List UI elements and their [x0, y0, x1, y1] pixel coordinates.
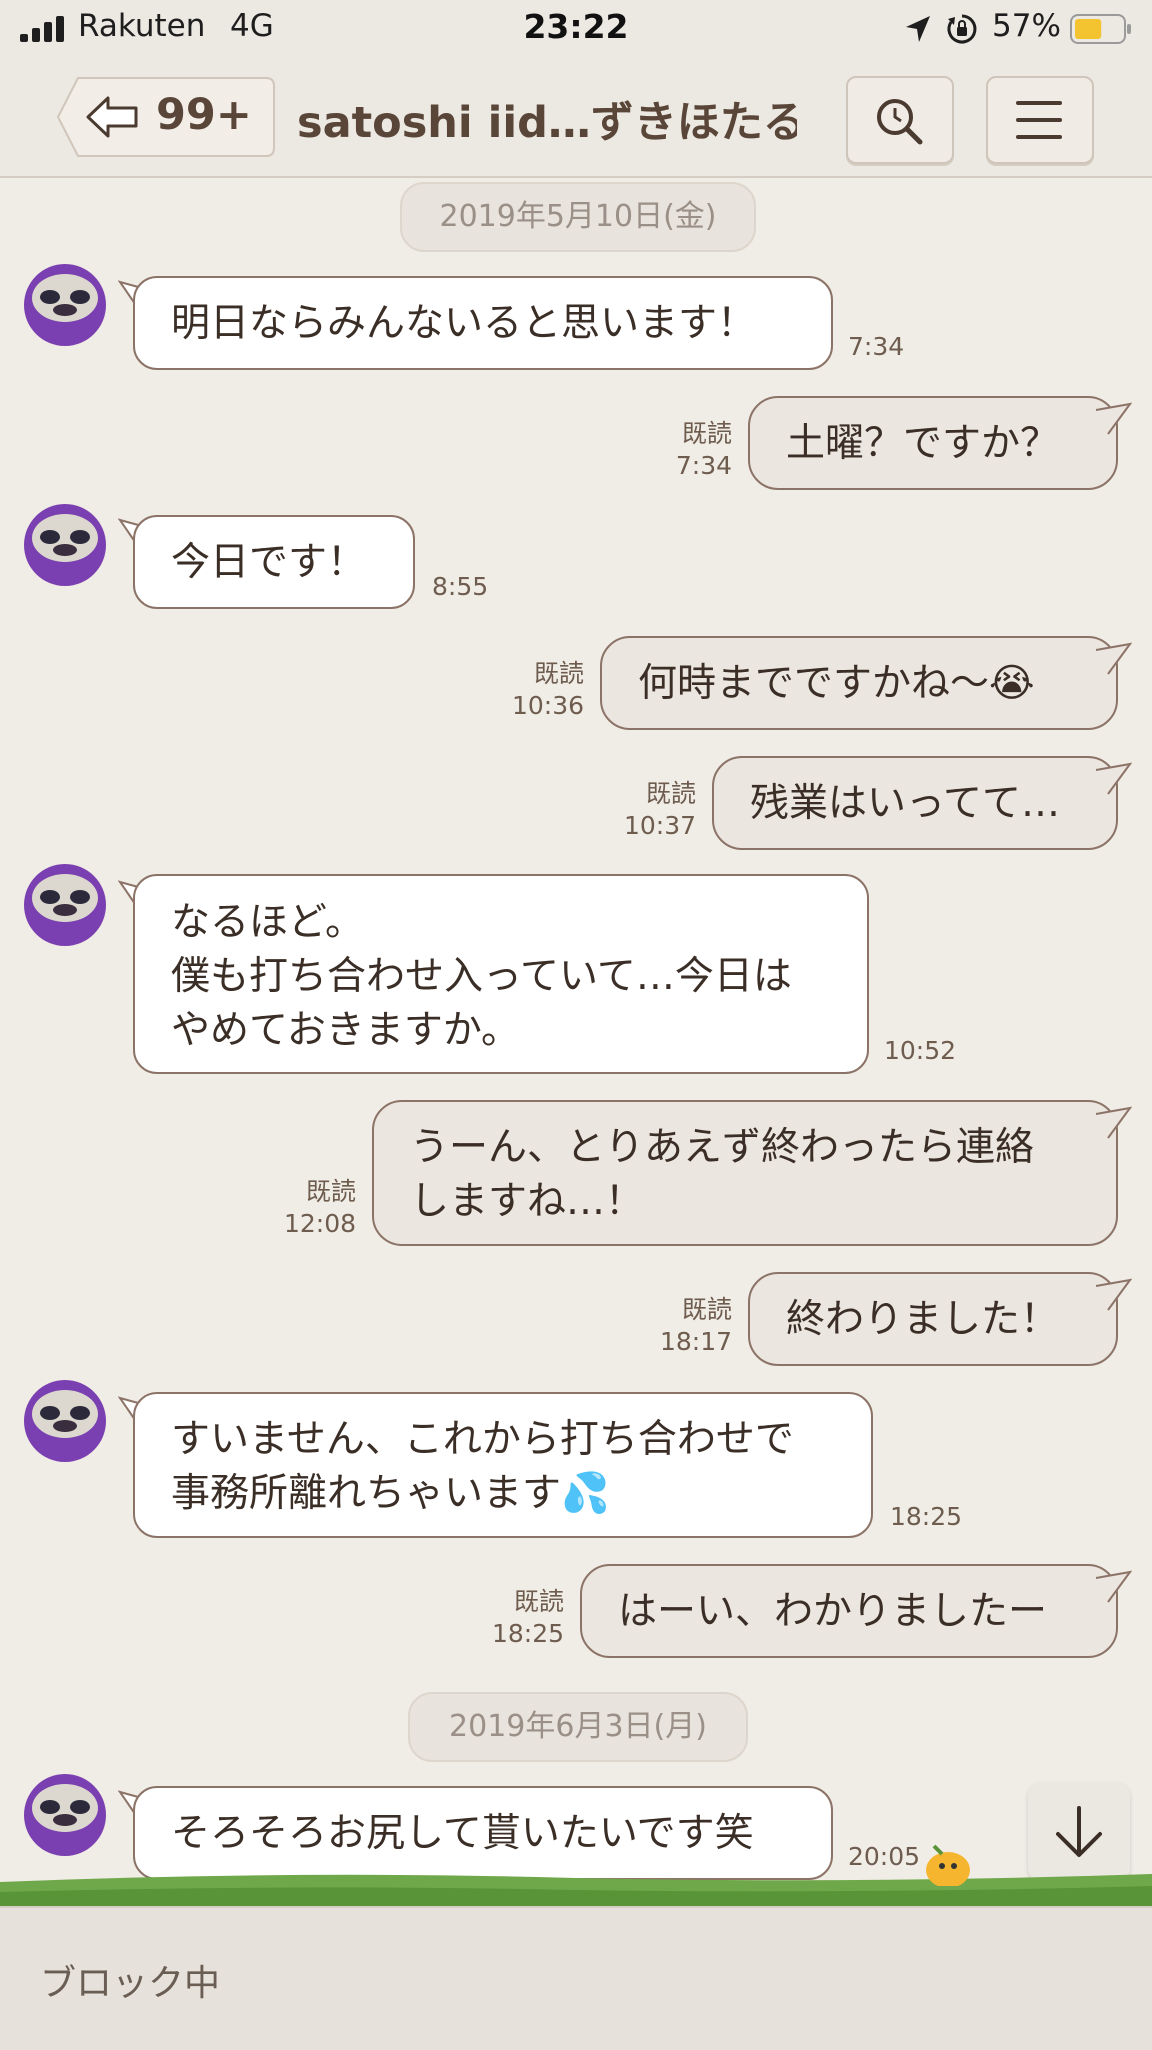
blocked-label: ブロック中	[40, 1963, 221, 2004]
message-text-line: すいません、これから打ち合わせで	[171, 1417, 794, 1462]
message-text-line: やめておきますか。	[171, 1008, 521, 1053]
message-meta: 既読 10:36	[460, 658, 584, 722]
sloth-avatar-icon	[24, 864, 106, 946]
sloth-avatar-icon	[24, 1774, 106, 1856]
sloth-avatar-icon	[24, 1380, 106, 1462]
avatar[interactable]	[24, 1774, 106, 1856]
message-meta: 既読 18:25	[440, 1586, 564, 1650]
message-meta: 既読 18:17	[600, 1294, 732, 1358]
message-bubble-outgoing[interactable]: 土曜？ですか？	[748, 396, 1118, 490]
clock: 23:22	[523, 7, 629, 46]
message-bubble-incoming[interactable]: すいません、これから打ち合わせで 事務所離れちゃいます💦	[133, 1392, 873, 1538]
message-time: 8:55	[432, 572, 489, 601]
read-receipt: 既読	[533, 659, 584, 688]
message-time: 18:25	[890, 1502, 963, 1531]
message-text-line: 事務所離れちゃいます💦	[171, 1471, 610, 1516]
message-bubble-incoming[interactable]: そろそろお尻して貰いたいです笑	[133, 1786, 833, 1880]
bubble-tail	[1095, 1278, 1132, 1311]
status-bar: Rakuten 4G 23:22 57%	[0, 0, 1152, 58]
message-time: 18:17	[659, 1327, 732, 1356]
message-text-line: しますね…！	[410, 1179, 645, 1224]
sloth-avatar-icon	[24, 504, 106, 586]
message-bubble-incoming[interactable]: なるほど。 僕も打ち合わせ入っていて…今日は やめておきますか。	[133, 874, 869, 1074]
orientation-lock-icon	[947, 14, 977, 44]
message-meta: 既読 7:34	[600, 418, 732, 482]
message-time: 20:05	[848, 1842, 921, 1871]
message-bubble-outgoing[interactable]: 何時までですかね〜😭	[600, 636, 1118, 730]
avatar[interactable]	[24, 504, 106, 586]
message-text-line: なるほど。	[171, 900, 365, 945]
message-time: 12:08	[283, 1209, 356, 1238]
chat-title: satoshi iid…ずきほたる)	[297, 98, 797, 148]
message-bubble-outgoing[interactable]: 終わりました！	[748, 1272, 1118, 1366]
arrow-down-icon	[1056, 1806, 1102, 1857]
read-receipt: 既読	[681, 1295, 732, 1324]
message-bubble-outgoing[interactable]: 残業はいってて…	[712, 756, 1118, 850]
battery-percent: 57%	[992, 8, 1061, 44]
blocked-status-bar: ブロック中	[0, 1906, 1152, 2050]
location-icon	[906, 16, 930, 42]
message-text: はーい、わかりましたー	[618, 1589, 1048, 1634]
message-time: 18:25	[491, 1619, 564, 1648]
message-text: そろそろお尻して貰いたいです笑	[171, 1811, 754, 1856]
sloth-avatar-icon	[24, 264, 106, 346]
unread-count: 99+	[156, 90, 252, 140]
message-text: 土曜？ですか？	[786, 421, 1060, 466]
message-time: 7:34	[848, 332, 905, 361]
message-bubble-incoming[interactable]: 明日ならみんないると思います！	[133, 276, 833, 370]
chick-sticker-icon	[926, 1844, 970, 1886]
bubble-tail	[1095, 402, 1132, 435]
date-separator: 2019年6月3日(月)	[408, 1692, 748, 1762]
bubble-tail	[1095, 762, 1132, 795]
search-icon	[877, 99, 923, 145]
read-receipt: 既読	[681, 419, 732, 448]
bubble-tail	[1095, 1106, 1132, 1139]
message-bubble-outgoing[interactable]: はーい、わかりましたー	[580, 1564, 1118, 1658]
bubble-tail	[1095, 642, 1132, 675]
bubble-tail	[1095, 1570, 1132, 1603]
avatar[interactable]	[24, 264, 106, 346]
message-meta: 既読 10:37	[560, 778, 696, 842]
message-time: 10:37	[623, 811, 696, 840]
message-time: 7:34	[675, 451, 732, 480]
menu-icon	[1016, 101, 1062, 139]
message-text-line: 僕も打ち合わせ入っていて…今日は	[171, 954, 792, 999]
message-text: 今日です！	[171, 540, 367, 585]
menu-button[interactable]	[986, 76, 1094, 164]
scroll-to-bottom-button[interactable]	[1028, 1782, 1130, 1882]
message-time: 10:36	[511, 691, 584, 720]
message-bubble-outgoing[interactable]: うーん、とりあえず終わったら連絡 しますね…！	[372, 1100, 1118, 1246]
message-meta: 既読 12:08	[250, 1176, 356, 1240]
message-text-line: うーん、とりあえず終わったら連絡	[410, 1125, 1035, 1170]
search-button[interactable]	[846, 76, 954, 164]
read-receipt: 既読	[305, 1177, 356, 1206]
message-text: 終わりました！	[786, 1297, 1060, 1342]
message-time: 10:52	[884, 1036, 957, 1065]
message-bubble-incoming[interactable]: 今日です！	[133, 515, 415, 609]
read-receipt: 既読	[645, 779, 696, 808]
message-text: 何時までですかね〜😭	[638, 661, 1035, 706]
back-button[interactable]: 99+	[56, 76, 276, 158]
avatar[interactable]	[24, 1380, 106, 1462]
message-text: 明日ならみんないると思います！	[171, 301, 757, 346]
battery-icon	[1070, 14, 1131, 44]
read-receipt: 既読	[513, 1587, 564, 1616]
avatar[interactable]	[24, 864, 106, 946]
date-separator: 2019年5月10日(金)	[400, 182, 756, 252]
chat-header: 99+ satoshi iid…ずきほたる)	[0, 58, 1152, 178]
message-text: 残業はいってて…	[750, 781, 1061, 826]
